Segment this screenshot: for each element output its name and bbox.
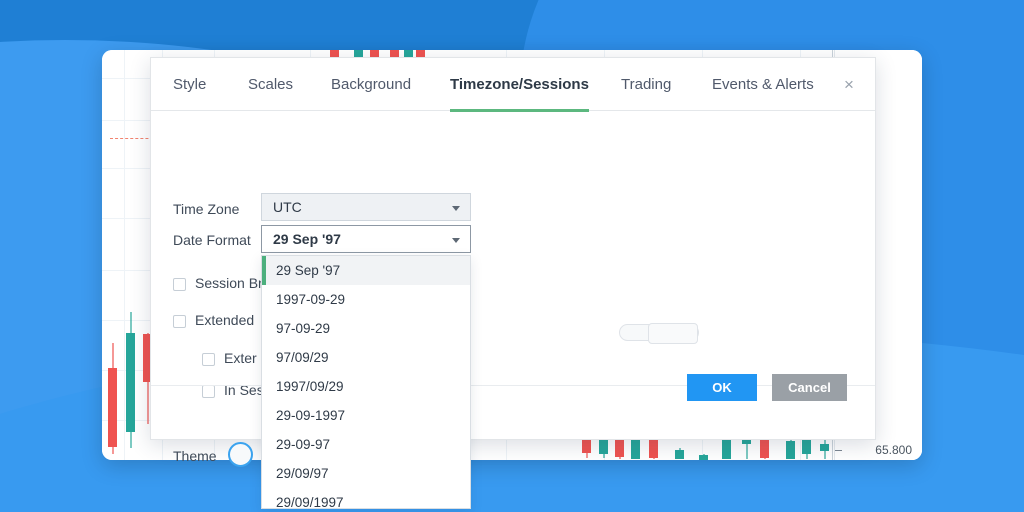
dropdown-option[interactable]: 1997/09/29 <box>262 372 470 401</box>
chart-settings-dialog: Style Scales Background Timezone/Sessions Tr… <box>150 57 876 509</box>
tab-scales[interactable]: Scales <box>248 58 293 111</box>
checkbox-input[interactable] <box>173 278 186 291</box>
candlestick-body <box>786 441 795 459</box>
checkbox-input[interactable] <box>173 315 186 328</box>
candlestick <box>675 448 684 459</box>
ok-button[interactable]: OK <box>687 374 757 401</box>
checkbox-input[interactable] <box>202 353 215 366</box>
candlestick-body <box>699 455 708 460</box>
time-zone-value: UTC <box>273 199 302 215</box>
theme-label: Theme <box>173 448 217 464</box>
date-format-dropdown-list[interactable]: 29 Sep '97 1997-09-29 97-09-29 97/09/29 1997… <box>261 255 471 509</box>
candlestick <box>699 454 708 460</box>
dropdown-option[interactable]: 29/09/97 <box>262 459 470 488</box>
tab-style[interactable]: Style <box>173 58 206 111</box>
dropdown-option[interactable]: 29 Sep '97 <box>262 256 470 285</box>
checkbox-label: Exter <box>224 350 257 366</box>
tab-timezone-sessions[interactable]: Timezone/Sessions <box>450 58 589 112</box>
time-zone-select[interactable]: UTC <box>261 193 471 221</box>
chevron-down-icon <box>452 206 460 211</box>
dropdown-option[interactable]: 97/09/29 <box>262 343 470 372</box>
tab-events-alerts[interactable]: Events & Alerts <box>712 58 814 111</box>
chevron-down-icon <box>452 238 460 243</box>
dropdown-option[interactable]: 29-09-1997 <box>262 401 470 430</box>
dropdown-option[interactable]: 29-09-97 <box>262 430 470 459</box>
candlestick-body <box>615 440 624 457</box>
date-format-select[interactable]: 29 Sep '97 <box>261 225 471 253</box>
price-axis-label: 65.800 <box>875 443 912 457</box>
date-format-value: 29 Sep '97 <box>273 231 341 247</box>
dialog-tab-bar: Style Scales Background Timezone/Sessions Tr… <box>151 58 875 112</box>
price-axis-tick <box>835 450 842 451</box>
dialog-footer: OK Cancel <box>151 374 875 439</box>
dropdown-option[interactable]: 29/09/1997 <box>262 488 470 508</box>
session-toggle-switch[interactable] <box>619 323 699 344</box>
dropdown-option[interactable]: 1997-09-29 <box>262 285 470 314</box>
dropdown-option[interactable]: 97-09-29 <box>262 314 470 343</box>
candlestick-body <box>108 368 117 447</box>
time-zone-label: Time Zone <box>173 201 240 217</box>
candlestick-body <box>126 333 135 432</box>
dialog-body: Time Zone UTC Date Format 29 Sep '97 Ses… <box>151 111 875 509</box>
candlestick-body <box>820 444 829 451</box>
session-toggle-knob[interactable] <box>648 323 698 344</box>
checkbox-label: Session Br <box>195 275 263 291</box>
screen: 65.800 Style Scales Background Timezone/Ses… <box>0 0 1024 512</box>
close-icon[interactable]: × <box>839 75 859 95</box>
candlestick <box>126 312 135 448</box>
candlestick <box>108 343 117 454</box>
chart-gridline-vertical <box>124 50 125 460</box>
tab-trading[interactable]: Trading <box>621 58 671 111</box>
checkbox-label: Extended <box>195 312 255 328</box>
date-format-label: Date Format <box>173 232 251 248</box>
theme-toggle[interactable] <box>228 442 253 467</box>
candlestick-body <box>675 450 684 459</box>
cancel-button[interactable]: Cancel <box>772 374 847 401</box>
tab-background[interactable]: Background <box>331 58 411 111</box>
